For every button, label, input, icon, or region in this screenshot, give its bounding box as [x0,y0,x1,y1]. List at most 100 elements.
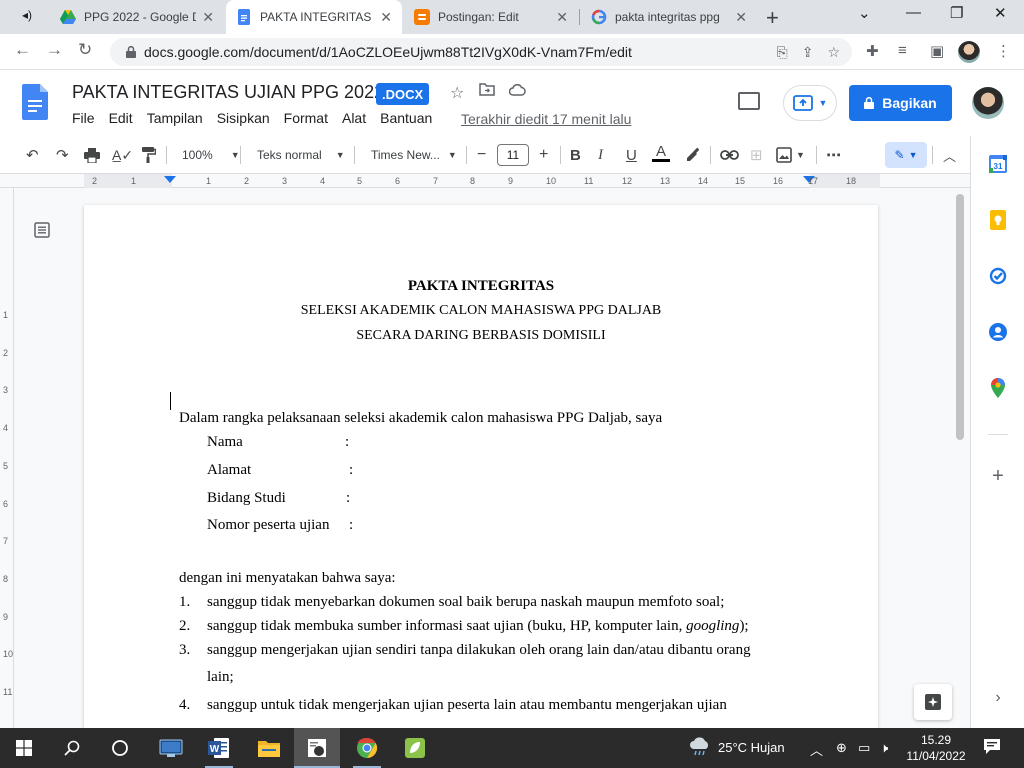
tab-audio-icon[interactable]: ◂) [22,8,32,22]
volume-muted-icon[interactable]: 🕨 [880,740,888,756]
comment-history-icon[interactable] [738,92,760,110]
close-icon[interactable]: ✕ [380,9,392,26]
browser-menu-icon[interactable]: ⋮ [996,42,1011,60]
add-comment-icon[interactable]: ⊞ [750,145,763,165]
close-icon[interactable]: ✕ [556,9,568,26]
word-icon[interactable]: W [207,736,231,760]
green-app-icon[interactable] [403,736,427,760]
account-avatar[interactable] [972,87,1004,119]
taskbar-clock[interactable]: 15.29 11/04/2022 [904,732,968,764]
restore-icon[interactable]: ❐ [950,4,963,22]
url-text[interactable]: docs.google.com/document/d/1AoCZLOEeUjwm… [144,44,777,60]
print-icon[interactable] [84,145,100,165]
show-hidden-icons-icon[interactable]: ︿ [810,740,823,759]
add-addon-icon[interactable]: + [988,465,1008,487]
tasks-icon[interactable] [988,266,1008,286]
underline-icon[interactable]: U [626,145,637,165]
media-queue-icon[interactable]: ≡ [898,42,907,59]
translate-icon[interactable]: ⎘ [777,44,788,61]
file-explorer-icon[interactable] [257,736,281,760]
side-panel-icon[interactable]: ▣ [930,42,944,60]
present-button[interactable]: ▼ [783,85,837,121]
more-options-icon[interactable]: ⋯ [826,145,841,165]
profile-avatar[interactable] [958,41,980,63]
left-indent-marker[interactable] [164,176,176,183]
tab-search-icon[interactable]: ⌄ [858,4,871,22]
editing-mode-dropdown[interactable]: ✎ ▼ [885,142,927,168]
chevron-right-icon[interactable]: › [988,688,1008,708]
remote-desktop-icon[interactable] [159,736,183,760]
share-page-icon[interactable]: ⇪ [802,44,814,61]
star-icon[interactable]: ☆ [450,83,464,103]
document-title[interactable]: PAKTA INTEGRITAS UJIAN PPG 2022 [72,82,384,103]
back-icon[interactable]: ← [14,40,31,60]
share-button[interactable]: Bagikan [849,85,952,121]
network-icon[interactable]: ▭ [858,740,870,756]
menu-view[interactable]: Tampilan [147,110,203,126]
text-color-icon[interactable]: A [652,144,670,165]
forward-icon[interactable]: → [46,40,63,60]
explore-button[interactable] [914,684,952,720]
insert-image-icon[interactable]: ▼ [776,145,805,165]
maps-icon[interactable] [988,378,1008,398]
last-edit-link[interactable]: Terakhir diedit 17 menit lalu [461,111,631,127]
tab-pakta-integritas[interactable]: PAKTA INTEGRITAS U ✕ [226,0,402,34]
keep-icon[interactable] [988,210,1008,230]
extensions-icon[interactable]: ✚ [866,42,879,60]
document-outline-icon[interactable] [34,222,50,238]
menu-help[interactable]: Bantuan [380,110,432,126]
task-view-icon[interactable] [108,736,132,760]
decrease-font-size-icon[interactable]: − [477,145,486,165]
new-tab-button[interactable]: + [766,5,779,31]
tab-ppg-drive[interactable]: PPG 2022 - Google D ✕ [50,0,224,34]
insert-link-icon[interactable] [720,145,739,165]
lock-icon[interactable] [118,46,144,58]
cloud-status-icon[interactable] [508,83,526,101]
chrome-icon[interactable] [355,736,379,760]
paint-format-icon[interactable] [142,145,156,165]
vertical-scrollbar[interactable] [956,194,964,440]
menu-edit[interactable]: Edit [109,110,133,126]
redo-icon[interactable]: ↷ [56,145,69,165]
contacts-icon[interactable] [988,322,1008,342]
calendar-icon[interactable]: 31 [988,154,1008,174]
ruler-tick-label: 7 [433,176,439,186]
omnibox[interactable]: docs.google.com/document/d/1AoCZLOEeUjwm… [110,38,852,66]
notifications-icon[interactable] [983,738,1001,758]
undo-icon[interactable]: ↶ [26,145,39,165]
menu-format[interactable]: Format [284,110,328,126]
close-icon[interactable]: ✕ [735,9,747,26]
style-dropdown[interactable]: Teks normal ▼ [257,145,345,165]
move-folder-icon[interactable] [479,83,495,101]
spellcheck-icon[interactable]: A̲✓ [112,145,133,165]
highlight-color-icon[interactable] [684,145,700,165]
document-page[interactable]: PAKTA INTEGRITAS SELEKSI AKADEMIK CALON … [84,205,878,728]
tab-postingan-edit[interactable]: Postingan: Edit ✕ [404,0,578,34]
meet-now-icon[interactable]: ⊕ [836,740,847,756]
document-canvas[interactable]: PAKTA INTEGRITAS SELEKSI AKADEMIK CALON … [14,188,970,728]
menu-file[interactable]: File [72,110,95,126]
weather-icon[interactable] [688,737,712,760]
reload-icon[interactable]: ↻ [78,40,92,60]
italic-icon[interactable]: I [598,145,603,165]
search-icon[interactable] [60,736,84,760]
vertical-ruler[interactable]: 1 2 3 4 5 6 7 8 9 10 11 [0,188,14,728]
tab-google-search[interactable]: pakta integritas ppg ✕ [581,0,757,34]
bold-icon[interactable]: B [570,145,581,165]
close-window-icon[interactable]: ✕ [994,4,1007,22]
menu-tools[interactable]: Alat [342,110,366,126]
google-docs-logo-icon[interactable] [22,84,48,120]
weather-text[interactable]: 25°C Hujan [718,740,785,755]
zoom-dropdown[interactable]: 100% ▼ [182,145,240,165]
minimize-icon[interactable]: — [906,4,921,21]
increase-font-size-icon[interactable]: + [539,145,548,165]
bookmark-star-icon[interactable]: ☆ [827,44,840,61]
pinned-app-icon[interactable] [305,736,329,760]
windows-start-icon[interactable] [12,736,36,760]
menu-insert[interactable]: Sisipkan [217,110,270,126]
hide-menus-icon[interactable]: ︿ [943,145,956,165]
horizontal-ruler[interactable]: 2 1 1 2 3 4 5 6 7 8 9 10 11 12 13 14 15 16 17 18 [0,174,970,188]
close-icon[interactable]: ✕ [202,9,214,26]
font-size-input[interactable]: 11 [497,144,529,166]
font-dropdown[interactable]: Times New... ▼ [371,145,457,165]
